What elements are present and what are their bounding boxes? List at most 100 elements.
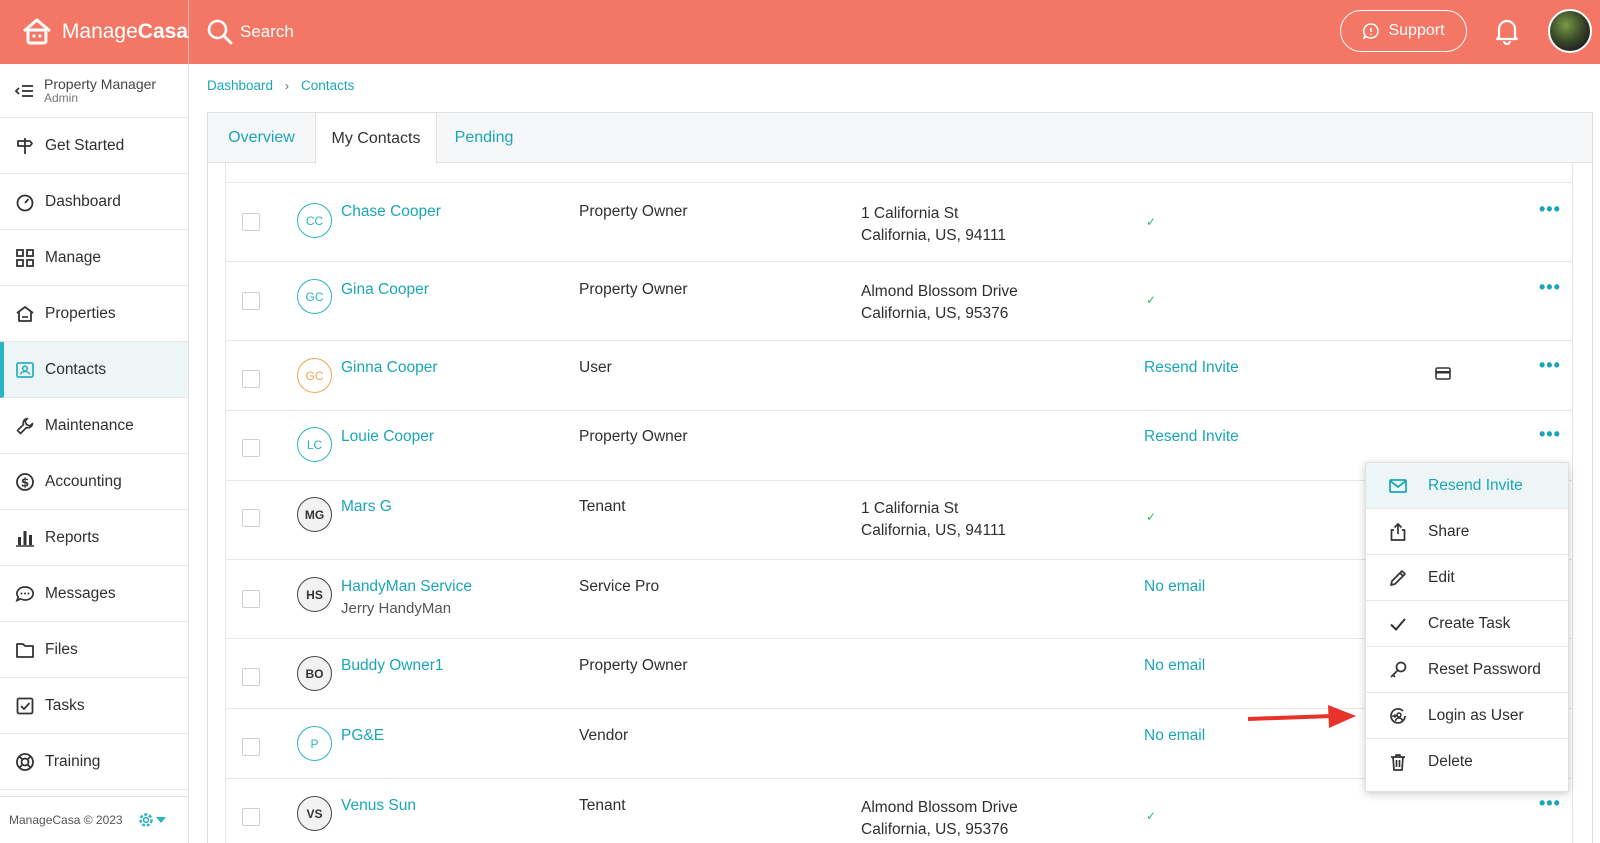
collapse-menu-icon[interactable] [14,83,34,99]
menu-item-label: Delete [1428,753,1473,770]
tab-pending[interactable]: Pending [437,113,531,163]
row-actions-button[interactable]: ••• [1539,277,1561,298]
role-switcher[interactable]: Property Manager Admin [0,64,188,118]
sidebar-item-reports[interactable]: Reports [0,510,188,566]
tab-overview[interactable]: Overview [208,113,315,163]
search-button[interactable]: Search [206,14,294,50]
contact-name-link[interactable]: Chase Cooper [341,203,441,221]
avatar: LC [297,427,332,462]
verified-check-icon: ✓ [1146,510,1157,524]
menu-item-resend-invite[interactable]: Resend Invite [1366,463,1568,509]
menu-item-label: Login as User [1428,706,1524,724]
contact-name-link[interactable]: Gina Cooper [341,281,429,299]
chevron-right-icon: › [285,78,290,93]
contact-name-link[interactable]: Mars G [341,498,392,516]
sidebar-item-contacts[interactable]: Contacts [0,342,188,398]
sidebar-item-label: Dashboard [45,192,121,210]
sidebar-item-label: Get Started [45,136,125,154]
row-actions-button[interactable]: ••• [1539,355,1561,376]
trash-icon [1391,754,1405,771]
contact-name-link[interactable]: Buddy Owner1 [341,657,444,675]
address-line-1: 1 California St [861,500,959,517]
sidebar-item-messages[interactable]: Messages [0,566,188,622]
house-icon [16,305,34,322]
table-row[interactable]: GC Gina Cooper Property Owner Almond Blo… [226,261,1572,340]
menu-item-reset-password[interactable]: Reset Password [1366,647,1568,693]
breadcrumb-dashboard-link[interactable]: Dashboard [207,78,273,93]
breadcrumb-current[interactable]: Contacts [301,78,354,93]
sidebar-item-files[interactable]: Files [0,622,188,678]
sidebar-item-label: Contacts [45,360,107,378]
contact-subname: Jerry HandyMan [341,600,452,617]
svg-text:$: $ [21,475,29,489]
no-email-link[interactable]: No email [1144,578,1205,596]
contact-name-link[interactable]: Venus Sun [341,797,416,815]
checkbox-icon [16,697,34,714]
row-actions-button[interactable]: ••• [1539,199,1561,220]
contact-name-link[interactable]: Louie Cooper [341,428,434,446]
sidebar-item-get-started[interactable]: Get Started [0,118,188,174]
resend-invite-link[interactable]: Resend Invite [1144,428,1239,446]
search-label: Search [240,22,294,41]
menu-item-share[interactable]: Share [1366,509,1568,555]
gauge-icon [16,194,34,211]
brand-logo[interactable]: Manage Casa [0,0,189,64]
row-checkbox[interactable] [242,590,260,608]
contact-type: Property Owner [579,428,688,445]
key-icon [1390,661,1407,678]
row-checkbox[interactable] [242,439,260,457]
contact-name-link[interactable]: HandyMan Service [341,578,472,596]
row-checkbox[interactable] [242,509,260,527]
contact-type: Tenant [579,498,626,515]
support-button[interactable]: Support [1340,10,1467,52]
sidebar-item-manage[interactable]: Manage [0,230,188,286]
sidebar-item-maintenance[interactable]: Maintenance [0,398,188,454]
row-checkbox[interactable] [242,370,260,388]
menu-item-create-task[interactable]: Create Task [1366,601,1568,647]
annotation-arrow-icon [1248,705,1356,728]
contact-name-link[interactable]: PG&E [341,727,384,745]
row-checkbox[interactable] [242,808,260,826]
sidebar-item-properties[interactable]: Properties [0,286,188,342]
row-actions-button[interactable]: ••• [1539,424,1561,445]
grid-icon [16,248,34,267]
table-row[interactable]: CC Chase Cooper Property Owner 1 Califor… [226,182,1572,261]
row-checkbox[interactable] [242,668,260,686]
sidebar-item-training[interactable]: Training [0,734,188,790]
row-actions-button[interactable]: ••• [1539,793,1561,814]
menu-item-login-as-user[interactable]: Login as User [1366,693,1568,739]
contact-type: Property Owner [579,203,688,220]
resend-invite-link[interactable]: Resend Invite [1144,359,1239,377]
verified-check-icon: ✓ [1146,293,1157,307]
credit-card-icon[interactable] [1435,367,1451,380]
address-line-2: California, US, 94111 [861,227,1007,244]
no-email-link[interactable]: No email [1144,657,1205,675]
bell-icon[interactable] [1494,17,1520,45]
settings-dropdown[interactable] [137,811,167,829]
menu-item-delete[interactable]: Delete [1366,739,1568,785]
no-email-link[interactable]: No email [1144,727,1205,745]
avatar: MG [297,497,332,532]
share-icon [1390,522,1406,541]
menu-item-label: Share [1428,522,1470,540]
house-logo-icon [23,18,51,45]
tab-bar: Overview My Contacts Pending [208,113,1592,164]
menu-item-edit[interactable]: Edit [1366,555,1568,601]
table-row[interactable]: GC Ginna Cooper User Resend Invite ••• [226,340,1572,410]
row-checkbox[interactable] [242,292,260,310]
contact-card-icon [16,361,34,378]
tab-my-contacts[interactable]: My Contacts [315,113,437,164]
sidebar-item-dashboard[interactable]: Dashboard [0,174,188,230]
contact-name-link[interactable]: Ginna Cooper [341,359,438,377]
user-avatar[interactable] [1548,9,1592,53]
sidebar: Property Manager Admin Get Started Dashb… [0,64,189,843]
sidebar-item-tasks[interactable]: Tasks [0,678,188,734]
row-checkbox[interactable] [242,213,260,231]
address-line-2: California, US, 95376 [861,305,1009,322]
row-checkbox[interactable] [242,738,260,756]
sidebar-item-accounting[interactable]: $ Accounting [0,454,188,510]
sidebar-item-label: Tasks [45,696,85,714]
breadcrumb: Dashboard › Contacts [207,78,354,93]
sidebar-item-label: Accounting [45,472,122,490]
menu-item-label: Edit [1428,568,1455,586]
